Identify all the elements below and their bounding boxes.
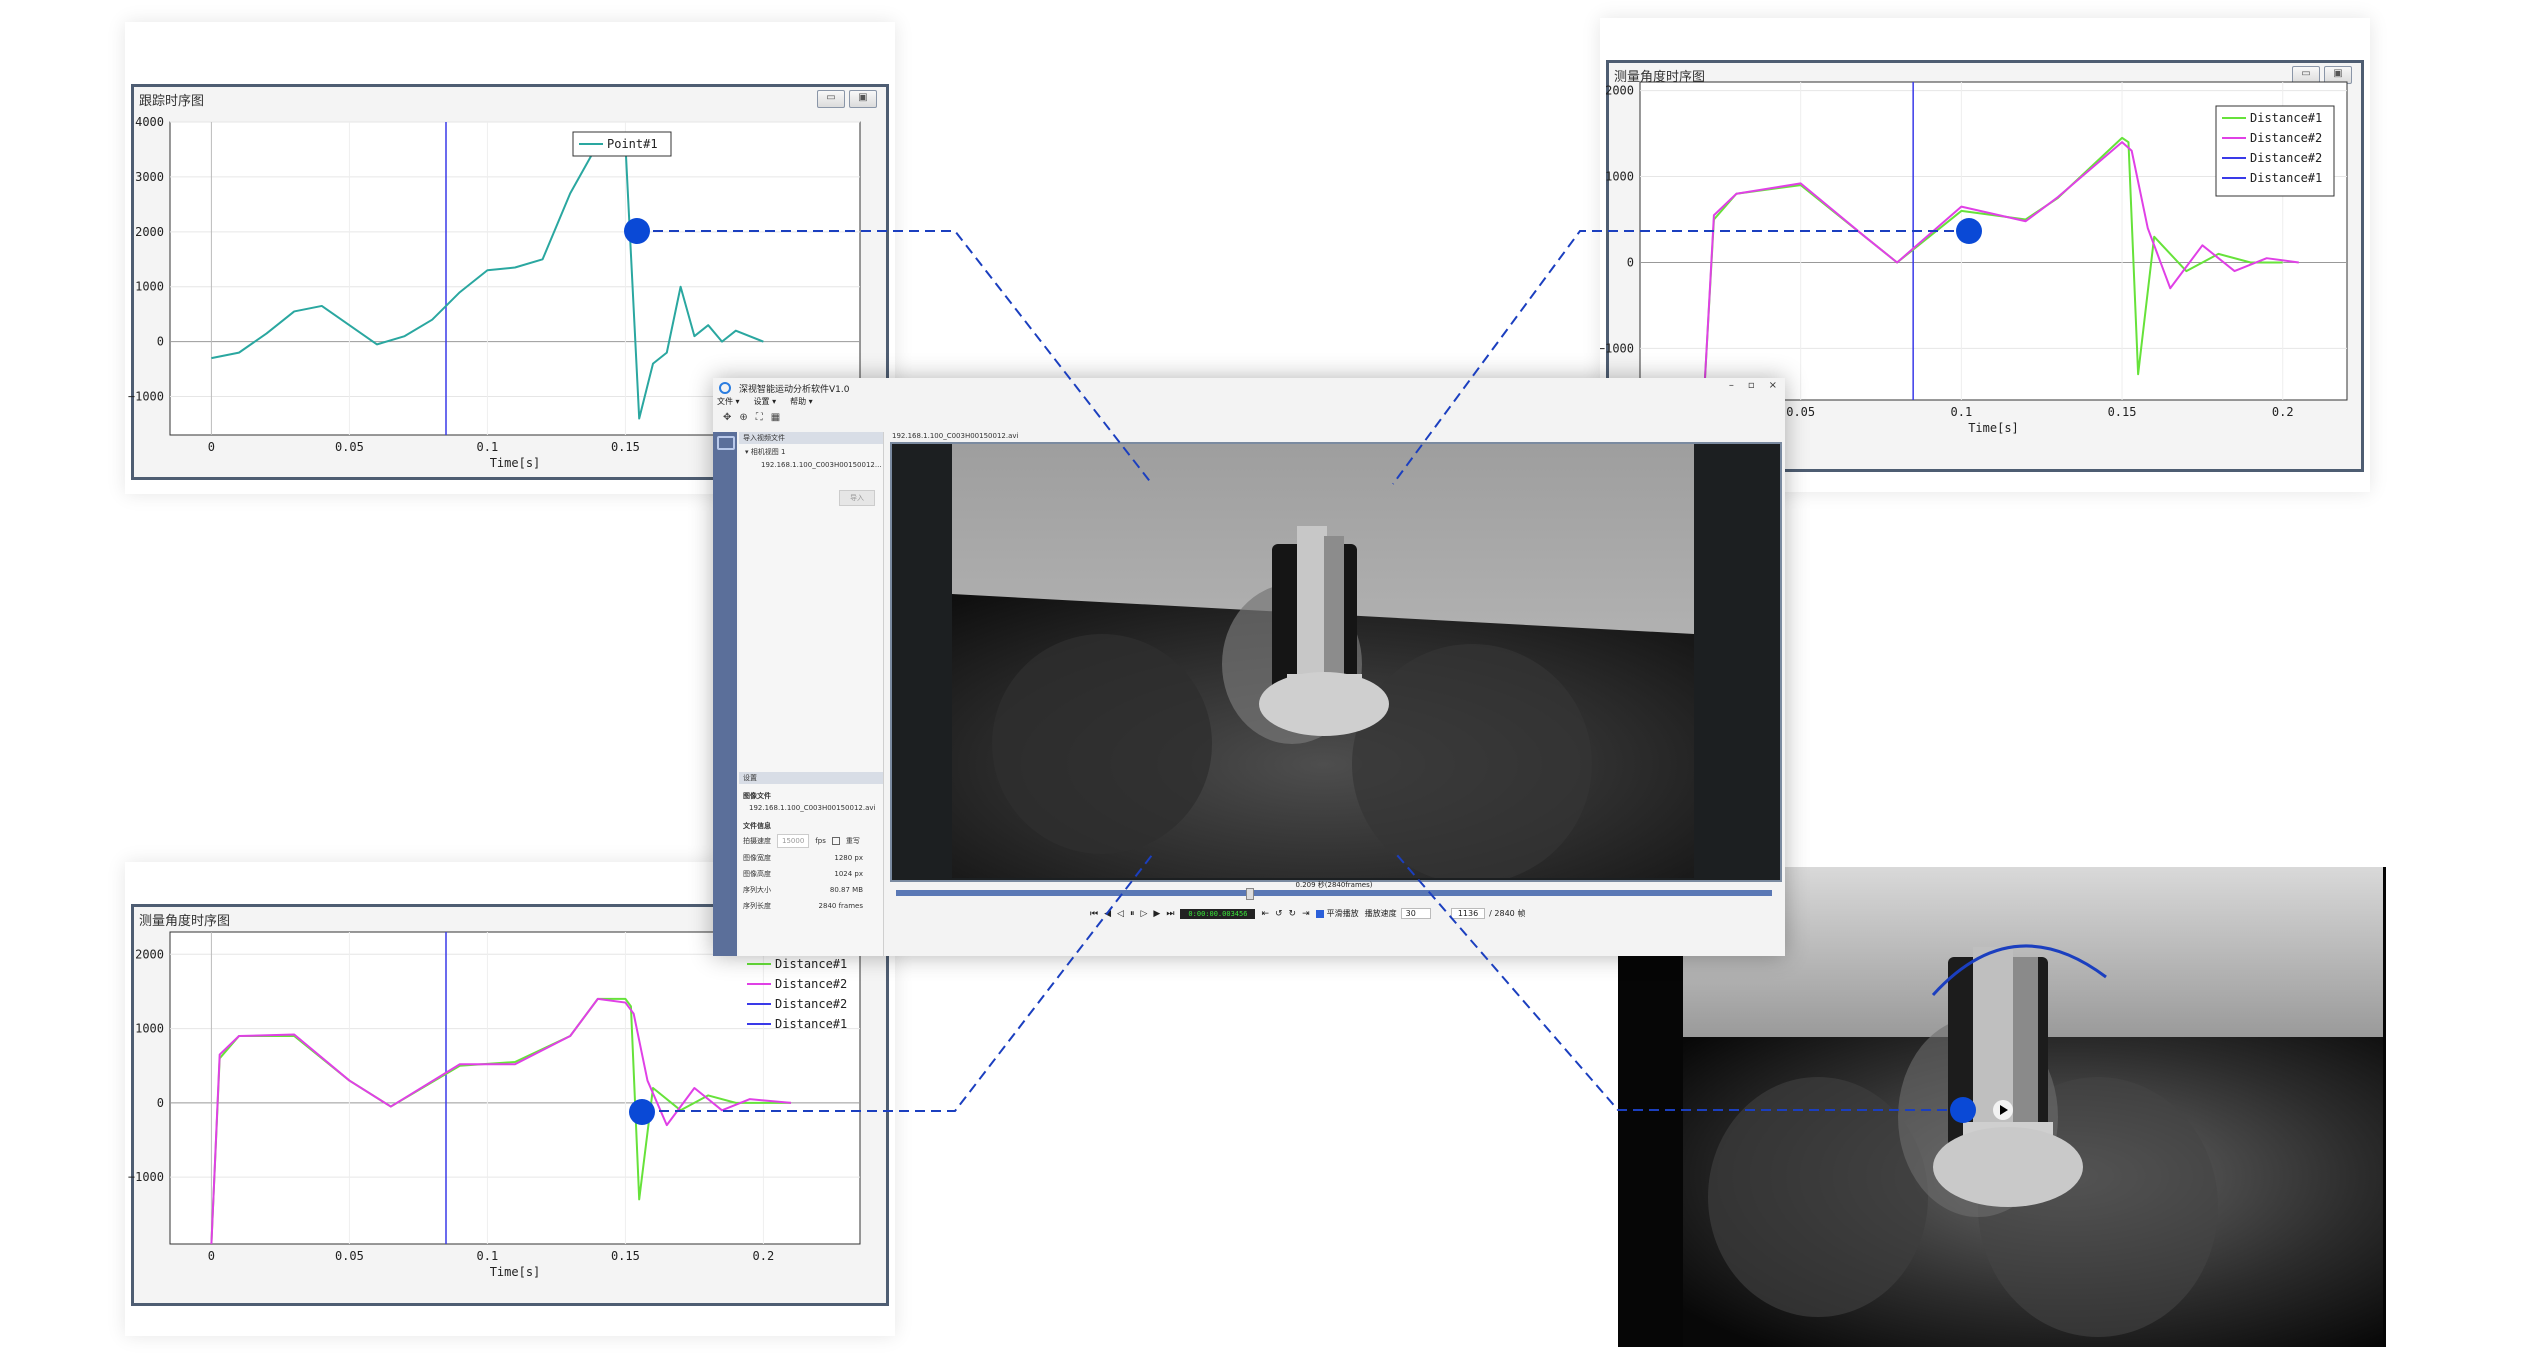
connector-line xyxy=(1392,230,1970,485)
marker-dot xyxy=(629,1099,655,1125)
connector-line xyxy=(643,854,1153,1112)
marker-dot xyxy=(624,218,650,244)
connector-line xyxy=(637,230,1153,485)
connector-line xyxy=(1396,854,1963,1111)
marker-dot xyxy=(1950,1097,1976,1123)
marker-dot xyxy=(1956,218,1982,244)
connector-overlay xyxy=(637,230,1970,1112)
